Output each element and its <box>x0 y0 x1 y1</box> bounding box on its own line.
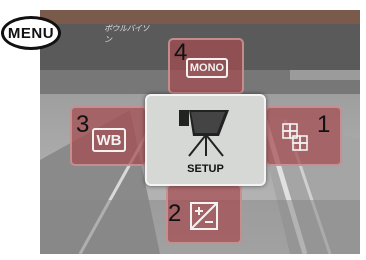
callout-1: 1 <box>317 111 331 138</box>
drive-mode-tile[interactable] <box>265 106 342 166</box>
grid-squares-icon <box>282 123 308 151</box>
menu-button[interactable]: MENU <box>1 16 61 50</box>
setup-camera-icon <box>179 110 229 157</box>
background-sign-text: ボウルバイソン <box>104 24 150 44</box>
callout-3: 3 <box>76 111 90 138</box>
callout-4: 4 <box>174 39 188 66</box>
mono-icon: MONO <box>186 58 228 78</box>
plus-minus-icon <box>190 202 218 230</box>
setup-label: SETUP <box>187 163 224 175</box>
wb-icon: WB <box>92 128 126 152</box>
callout-2: 2 <box>168 200 182 227</box>
setup-tile[interactable]: SETUP <box>145 94 266 186</box>
